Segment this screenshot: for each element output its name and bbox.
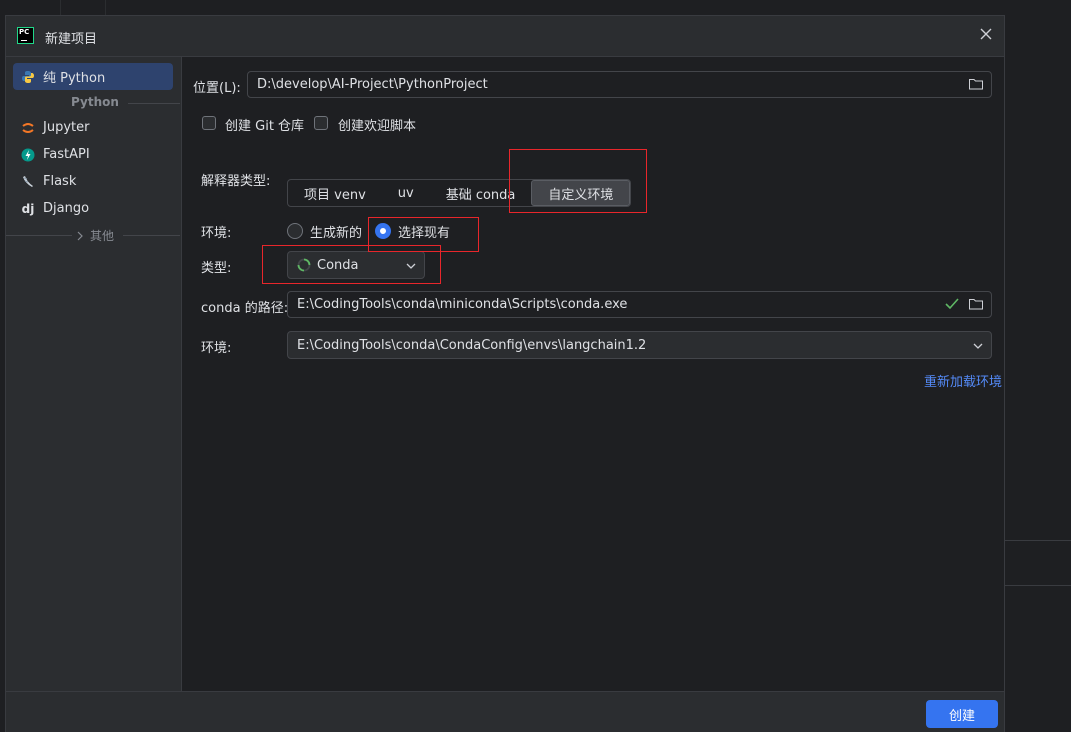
divider [6, 235, 72, 236]
location-input[interactable]: D:\develop\AI-Project\PythonProject [247, 71, 992, 98]
divider [128, 103, 180, 104]
create-git-label: 创建 Git 仓库 [225, 119, 305, 134]
conda-path-input[interactable]: E:\CodingTools\conda\miniconda\Scripts\c… [287, 291, 992, 318]
sidebar-item-flask[interactable]: Flask [13, 168, 173, 195]
env-type-value: Conda [317, 257, 359, 273]
sidebar-more-label: 其他 [90, 229, 115, 243]
django-icon: dj [21, 201, 35, 216]
interpreter-type-base-conda[interactable]: 基础 conda [430, 180, 532, 206]
sidebar-item-fastapi[interactable]: FastAPI [13, 141, 173, 168]
sidebar-item-label: Jupyter [43, 120, 90, 135]
chevron-right-icon [76, 231, 84, 241]
sidebar-item-jupyter[interactable]: Jupyter [13, 114, 173, 141]
new-project-dialog: PC 新建项目 纯 Python Python Jupyter FastAPI [5, 15, 1005, 732]
location-label: 位置(L): [193, 81, 241, 96]
interpreter-type-venv[interactable]: 项目 venv [288, 180, 382, 206]
close-icon[interactable] [976, 26, 996, 46]
jupyter-icon [21, 121, 35, 135]
env-select-existing-radio[interactable] [375, 223, 391, 239]
project-settings-panel: 位置(L): D:\develop\AI-Project\PythonProje… [182, 57, 1004, 691]
flask-icon [21, 175, 35, 189]
divider [123, 235, 180, 236]
pycharm-app-icon: PC [17, 27, 34, 44]
env-generate-new-label: 生成新的 [310, 226, 363, 241]
dialog-footer: 创建 [6, 691, 1004, 732]
interpreter-type-uv[interactable]: uv [382, 180, 430, 206]
create-git-checkbox[interactable] [202, 116, 216, 130]
create-welcome-label: 创建欢迎脚本 [338, 119, 417, 134]
location-value: D:\develop\AI-Project\PythonProject [257, 77, 488, 92]
sidebar-item-label: Flask [43, 174, 77, 189]
type-label: 类型: [201, 261, 232, 276]
checkmark-icon [945, 298, 959, 314]
python-icon [21, 70, 35, 84]
sidebar-item-label: FastAPI [43, 147, 90, 162]
env-path-value: E:\CodingTools\conda\CondaConfig\envs\la… [297, 337, 647, 353]
reload-env-link[interactable]: 重新加载环境 [924, 371, 1002, 390]
project-type-sidebar: 纯 Python Python Jupyter FastAPI Flask dj… [6, 57, 182, 691]
env-select-existing-label: 选择现有 [398, 226, 451, 241]
fastapi-icon [21, 148, 35, 162]
sidebar-item-label: Django [43, 201, 90, 216]
chevron-down-icon [406, 260, 416, 270]
sidebar-item-pure-python[interactable]: 纯 Python [13, 63, 173, 90]
create-welcome-checkbox[interactable] [314, 116, 328, 130]
folder-icon[interactable] [969, 298, 983, 310]
dialog-titlebar: PC 新建项目 [6, 16, 1004, 57]
conda-spinner-icon [297, 258, 311, 272]
dialog-title: 新建项目 [45, 32, 98, 47]
sidebar-group-python: Python [71, 95, 119, 109]
sidebar-item-django[interactable]: dj Django [13, 195, 173, 222]
chevron-down-icon [973, 340, 983, 350]
conda-path-label: conda 的路径: [201, 301, 289, 316]
interpreter-type-label: 解释器类型: [201, 174, 271, 189]
env-generate-new-radio[interactable] [287, 223, 303, 239]
env-type-dropdown[interactable]: Conda [287, 251, 425, 279]
interpreter-type-custom[interactable]: 自定义环境 [531, 180, 631, 206]
env-path-dropdown[interactable]: E:\CodingTools\conda\CondaConfig\envs\la… [287, 331, 992, 359]
folder-icon[interactable] [969, 78, 983, 90]
conda-path-value: E:\CodingTools\conda\miniconda\Scripts\c… [297, 297, 628, 312]
sidebar-more-group[interactable]: 其他 [76, 227, 114, 244]
sidebar-item-label: 纯 Python [43, 71, 106, 86]
env-label: 环境: [201, 226, 232, 241]
env-path-label: 环境: [201, 341, 232, 356]
create-button[interactable]: 创建 [926, 700, 998, 728]
interpreter-type-segmented: 项目 venv uv 基础 conda 自定义环境 [287, 179, 632, 207]
